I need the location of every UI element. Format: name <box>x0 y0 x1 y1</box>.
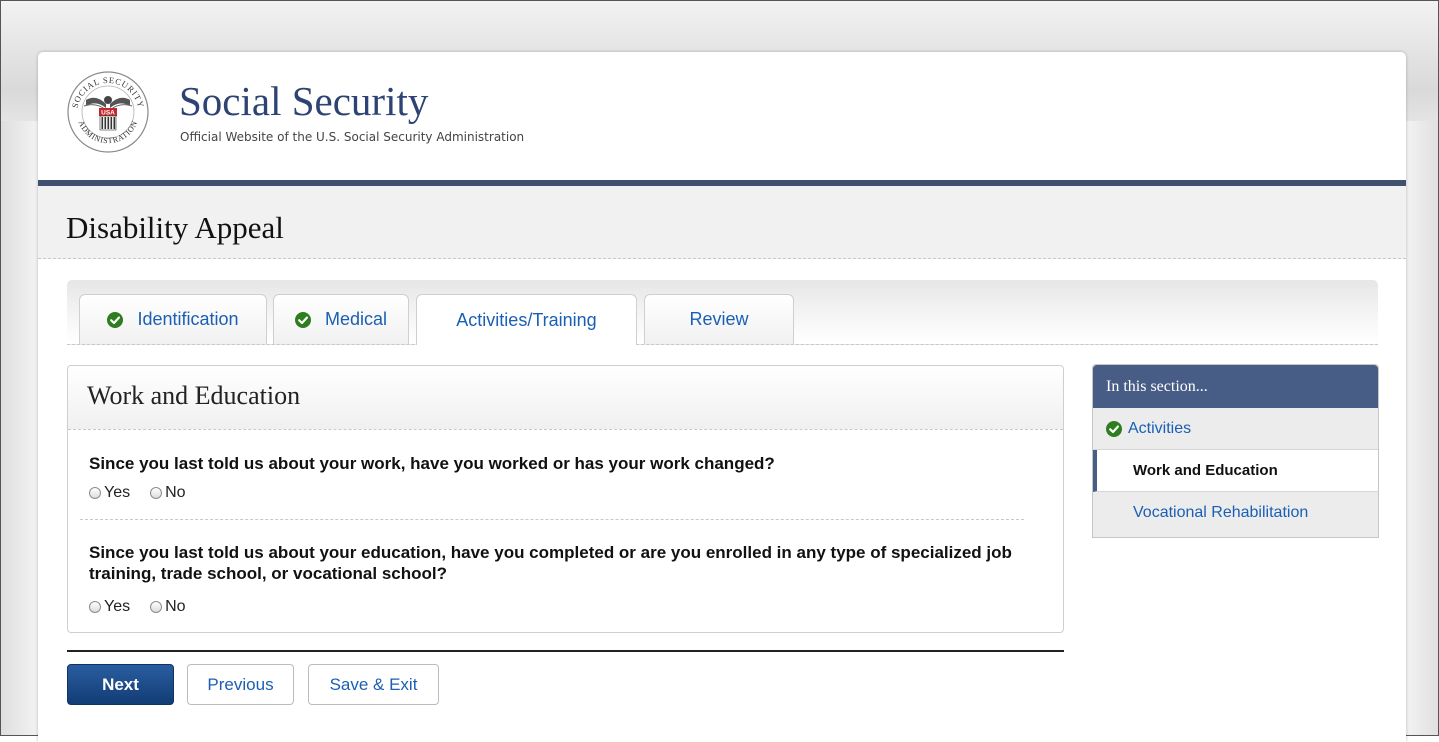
site-title: Social Security <box>179 78 429 124</box>
sidebar-heading: In this section... <box>1093 365 1378 408</box>
save-exit-button[interactable]: Save & Exit <box>308 664 439 705</box>
tab-review[interactable]: Review <box>644 294 794 344</box>
question-education: Since you last told us about your educat… <box>89 543 1012 583</box>
radio-education-no[interactable]: No <box>150 598 186 616</box>
check-circle-icon <box>294 311 311 328</box>
radio-label: No <box>165 484 186 501</box>
tab-identification[interactable]: Identification <box>79 294 267 344</box>
section-sidebar: In this section... Activities Work and E… <box>1092 364 1379 538</box>
radio-work-no[interactable]: No <box>150 484 186 502</box>
tab-medical[interactable]: Medical <box>273 294 409 344</box>
tab-strip: Identification Medical Activities/Traini… <box>67 280 1378 345</box>
sidebar-item-activities[interactable]: Activities <box>1093 408 1378 450</box>
site-subtitle: Official Website of the U.S. Social Secu… <box>180 130 525 144</box>
next-button[interactable]: Next <box>67 664 174 705</box>
question-work: Since you last told us about your work, … <box>89 454 775 473</box>
radio-group-education: Yes No <box>89 598 206 616</box>
button-divider-rule <box>67 650 1064 652</box>
radio-button[interactable] <box>89 487 101 499</box>
form-panel: Work and Education Since you last told u… <box>67 365 1064 633</box>
ssa-seal-logo[interactable]: SOCIAL SECURITY ADMINISTRATION USA <box>66 70 150 154</box>
sidebar-item-vocational-rehabilitation[interactable]: Vocational Rehabilitation <box>1093 492 1378 534</box>
sidebar-item-label: Activities <box>1128 419 1192 437</box>
tab-label: Medical <box>324 309 388 329</box>
page-title: Disability Appeal <box>66 210 284 245</box>
radio-label: Yes <box>104 484 131 501</box>
question-divider <box>80 519 1024 520</box>
radio-education-yes[interactable]: Yes <box>89 598 130 616</box>
radio-work-yes[interactable]: Yes <box>89 484 130 502</box>
panel-header: Work and Education <box>68 366 1063 430</box>
radio-group-work: Yes No <box>89 484 206 502</box>
check-circle-icon <box>107 311 124 328</box>
radio-label: No <box>165 598 186 615</box>
radio-button[interactable] <box>150 601 163 613</box>
radio-button[interactable] <box>150 487 163 499</box>
radio-label: Yes <box>104 598 131 615</box>
radio-button[interactable] <box>89 601 101 613</box>
sidebar-item-label: Work and Education <box>1133 462 1278 479</box>
tab-label: Review <box>689 309 749 329</box>
check-circle-icon <box>1106 420 1122 437</box>
sidebar-item-work-education: Work and Education <box>1093 450 1378 492</box>
tab-activities-training[interactable]: Activities/Training <box>416 294 637 345</box>
main-container: SOCIAL SECURITY ADMINISTRATION USA Socia… <box>38 52 1406 742</box>
svg-text:USA: USA <box>101 110 115 117</box>
panel-title: Work and Education <box>87 381 301 410</box>
tab-label: Activities/Training <box>456 309 597 330</box>
previous-button[interactable]: Previous <box>187 664 294 705</box>
sidebar-item-label: Vocational Rehabilitation <box>1133 504 1309 521</box>
site-header: SOCIAL SECURITY ADMINISTRATION USA Socia… <box>38 52 1406 180</box>
tab-label: Identification <box>137 309 239 329</box>
